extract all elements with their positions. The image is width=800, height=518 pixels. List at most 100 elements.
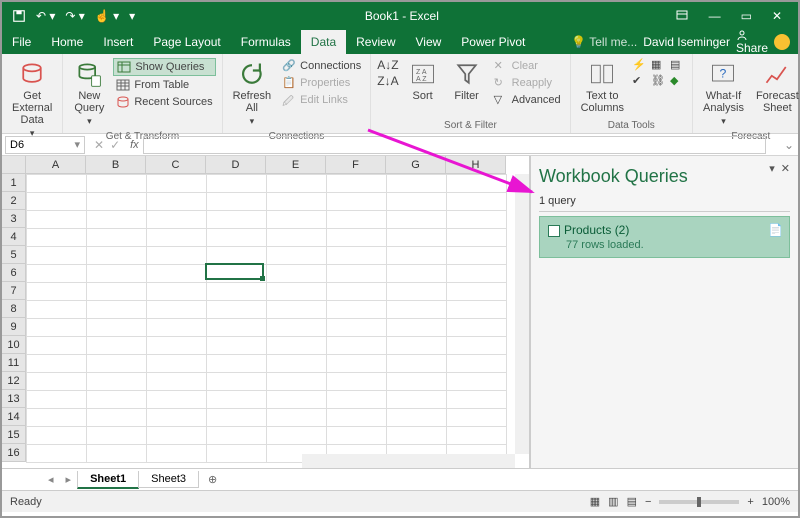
row-header[interactable]: 13 [2, 390, 26, 408]
row-header[interactable]: 3 [2, 210, 26, 228]
feedback-icon[interactable] [774, 34, 790, 50]
reapply-filter-button[interactable]: ↻Reapply [491, 75, 564, 91]
enter-formula-icon[interactable]: ✓ [110, 138, 120, 152]
row-header[interactable]: 8 [2, 300, 26, 318]
new-query-button[interactable]: New Query ▾ [69, 58, 109, 129]
vertical-scrollbar[interactable] [515, 174, 529, 454]
horizontal-scrollbar[interactable] [302, 454, 515, 468]
pane-options-icon[interactable]: ▾ [769, 162, 775, 175]
row-header[interactable]: 1 [2, 174, 26, 192]
edit-links-button[interactable]: 🖉Edit Links [279, 92, 364, 108]
what-if-analysis-button[interactable]: ? What-If Analysis ▾ [699, 58, 748, 129]
select-all-corner[interactable] [2, 156, 26, 174]
relationships-icon[interactable]: ⛓ [651, 74, 667, 87]
sort-desc-button[interactable]: Z↓A [377, 74, 398, 88]
row-header[interactable]: 12 [2, 372, 26, 390]
column-header[interactable]: F [326, 156, 386, 174]
tab-file[interactable]: File [2, 30, 41, 54]
query-item-products[interactable]: Products (2) 📄 77 rows loaded. [539, 216, 790, 258]
restore-button[interactable]: ▭ [735, 9, 758, 23]
manage-model-icon[interactable]: ◆ [670, 74, 686, 87]
consolidate-icon[interactable]: ▤ [670, 58, 686, 71]
row-header[interactable]: 11 [2, 354, 26, 372]
column-header[interactable]: E [266, 156, 326, 174]
filter-button[interactable]: Filter [447, 58, 487, 104]
text-to-columns-button[interactable]: Text to Columns [577, 58, 628, 116]
properties-button[interactable]: 📋Properties [279, 75, 364, 91]
row-header[interactable]: 10 [2, 336, 26, 354]
formula-bar-expand-icon[interactable]: ⌄ [780, 138, 798, 152]
get-external-data-button[interactable]: Get External Data ▾ [8, 58, 56, 141]
tab-formulas[interactable]: Formulas [231, 30, 301, 54]
column-header[interactable]: C [146, 156, 206, 174]
advanced-filter-button[interactable]: ▽Advanced [491, 92, 564, 108]
share-button[interactable]: Share [736, 29, 768, 55]
sheet-nav-prev-icon[interactable]: ◂ [42, 473, 60, 486]
remove-duplicates-icon[interactable]: ▦ [651, 58, 667, 71]
worksheet-grid[interactable]: ABCDEFGH 12345678910111213141516 [2, 156, 530, 468]
recent-sources-button[interactable]: Recent Sources [113, 94, 215, 110]
minimize-button[interactable]: — [703, 9, 727, 23]
sheet-tab-bar: ◂ ▸ Sheet1 Sheet3 ⊕ [2, 468, 798, 490]
column-header[interactable]: H [446, 156, 506, 174]
add-sheet-button[interactable]: ⊕ [198, 473, 227, 486]
data-validation-icon[interactable]: ✔ [632, 74, 648, 87]
touch-mode-icon[interactable]: ☝ ▾ [95, 9, 119, 23]
tell-me-search[interactable]: 💡 Tell me... [571, 35, 637, 49]
tab-data[interactable]: Data [301, 30, 346, 54]
zoom-level-label[interactable]: 100% [762, 496, 790, 508]
row-header[interactable]: 16 [2, 444, 26, 462]
show-queries-button[interactable]: Show Queries [113, 58, 215, 76]
query-refresh-icon[interactable]: 📄 [768, 223, 783, 237]
row-header[interactable]: 7 [2, 282, 26, 300]
tab-home[interactable]: Home [41, 30, 93, 54]
close-button[interactable]: ✕ [766, 9, 788, 23]
tab-review[interactable]: Review [346, 30, 405, 54]
sort-asc-button[interactable]: A↓Z [377, 58, 398, 72]
row-header[interactable]: 2 [2, 192, 26, 210]
fx-icon[interactable]: fx [126, 139, 143, 151]
signed-in-user[interactable]: David Iseminger [643, 35, 730, 49]
zoom-in-button[interactable]: + [747, 496, 753, 508]
sort-button[interactable]: Z AA Z Sort [403, 58, 443, 104]
tab-page-layout[interactable]: Page Layout [143, 30, 230, 54]
formula-input[interactable] [143, 136, 766, 154]
qat-customize-icon[interactable]: ▾ [129, 9, 135, 23]
pane-close-icon[interactable]: ✕ [781, 162, 790, 175]
tab-insert[interactable]: Insert [93, 30, 143, 54]
sheet-tab-sheet3[interactable]: Sheet3 [138, 471, 199, 488]
ribbon-options-icon[interactable] [669, 9, 695, 23]
tab-view[interactable]: View [406, 30, 452, 54]
flash-fill-icon[interactable]: ⚡ [632, 58, 648, 71]
view-normal-icon[interactable]: ▦ [590, 495, 600, 508]
clear-filter-button[interactable]: ✕Clear [491, 58, 564, 74]
column-header[interactable]: A [26, 156, 86, 174]
column-header[interactable]: G [386, 156, 446, 174]
tab-power-pivot[interactable]: Power Pivot [451, 30, 535, 54]
active-cell[interactable] [205, 263, 264, 280]
row-header[interactable]: 9 [2, 318, 26, 336]
row-header[interactable]: 14 [2, 408, 26, 426]
view-page-layout-icon[interactable]: ▥ [608, 495, 618, 508]
redo-icon[interactable]: ↷ ▾ [65, 9, 84, 23]
forecast-sheet-button[interactable]: Forecast Sheet [752, 58, 800, 116]
zoom-out-button[interactable]: − [645, 496, 651, 508]
save-icon[interactable] [12, 9, 26, 23]
column-header[interactable]: D [206, 156, 266, 174]
sheet-nav-next-icon[interactable]: ▸ [60, 473, 78, 486]
from-table-button[interactable]: From Table [113, 77, 215, 93]
column-header[interactable]: B [86, 156, 146, 174]
name-box[interactable]: D6▾ [5, 136, 85, 154]
row-header[interactable]: 6 [2, 264, 26, 282]
view-page-break-icon[interactable]: ▤ [627, 495, 637, 508]
zoom-slider[interactable] [659, 500, 739, 504]
refresh-all-button[interactable]: Refresh All ▾ [229, 58, 276, 129]
row-header[interactable]: 4 [2, 228, 26, 246]
cancel-formula-icon[interactable]: ✕ [94, 138, 104, 152]
status-ready-label: Ready [10, 496, 42, 508]
row-header[interactable]: 15 [2, 426, 26, 444]
row-header[interactable]: 5 [2, 246, 26, 264]
sheet-tab-sheet1[interactable]: Sheet1 [77, 471, 139, 489]
connections-button[interactable]: 🔗Connections [279, 58, 364, 74]
undo-icon[interactable]: ↶ ▾ [36, 9, 55, 23]
